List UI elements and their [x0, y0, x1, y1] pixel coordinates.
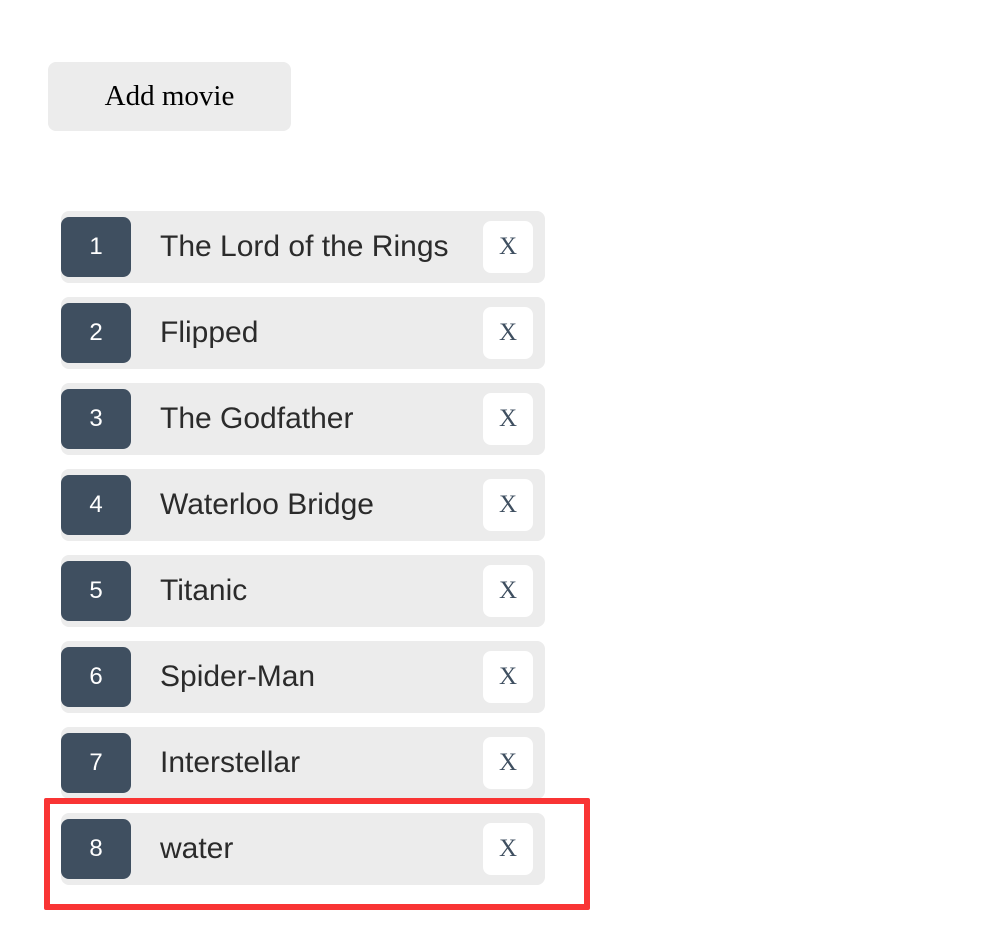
movie-title: Spider-Man [160, 660, 316, 693]
rank-badge: 6 [61, 647, 131, 707]
movie-row: 7 Interstellar X [61, 727, 545, 799]
rank-badge: 5 [61, 561, 131, 621]
movie-list: 1 The Lord of the Rings X 2 Flipped X 3 The God… [61, 211, 545, 899]
movie-row: 3 The Godfather X [61, 383, 545, 455]
rank-badge: 2 [61, 303, 131, 363]
rank-badge: 7 [61, 733, 131, 793]
movie-row: 4 Waterloo Bridge X [61, 469, 545, 541]
movie-title: water [160, 832, 234, 865]
rank-badge: 3 [61, 389, 131, 449]
remove-movie-button[interactable]: X [483, 307, 533, 359]
movie-title: Flipped [160, 316, 259, 349]
movie-row: 8 water X [61, 813, 545, 885]
remove-movie-button[interactable]: X [483, 221, 533, 273]
movie-title: The Lord of the Rings [160, 230, 449, 263]
add-movie-button[interactable]: Add movie [48, 62, 291, 131]
movie-row: 5 Titanic X [61, 555, 545, 627]
movie-row: 1 The Lord of the Rings X [61, 211, 545, 283]
remove-movie-button[interactable]: X [483, 393, 533, 445]
movie-row: 2 Flipped X [61, 297, 545, 369]
remove-movie-button[interactable]: X [483, 737, 533, 789]
movie-row: 6 Spider-Man X [61, 641, 545, 713]
rank-badge: 1 [61, 217, 131, 277]
remove-movie-button[interactable]: X [483, 565, 533, 617]
rank-badge: 4 [61, 475, 131, 535]
remove-movie-button[interactable]: X [483, 823, 533, 875]
rank-badge: 8 [61, 819, 131, 879]
movie-title: Waterloo Bridge [160, 488, 374, 521]
movie-title: Interstellar [160, 746, 301, 779]
remove-movie-button[interactable]: X [483, 651, 533, 703]
remove-movie-button[interactable]: X [483, 479, 533, 531]
movie-title: Titanic [160, 574, 248, 607]
movie-title: The Godfather [160, 402, 354, 435]
